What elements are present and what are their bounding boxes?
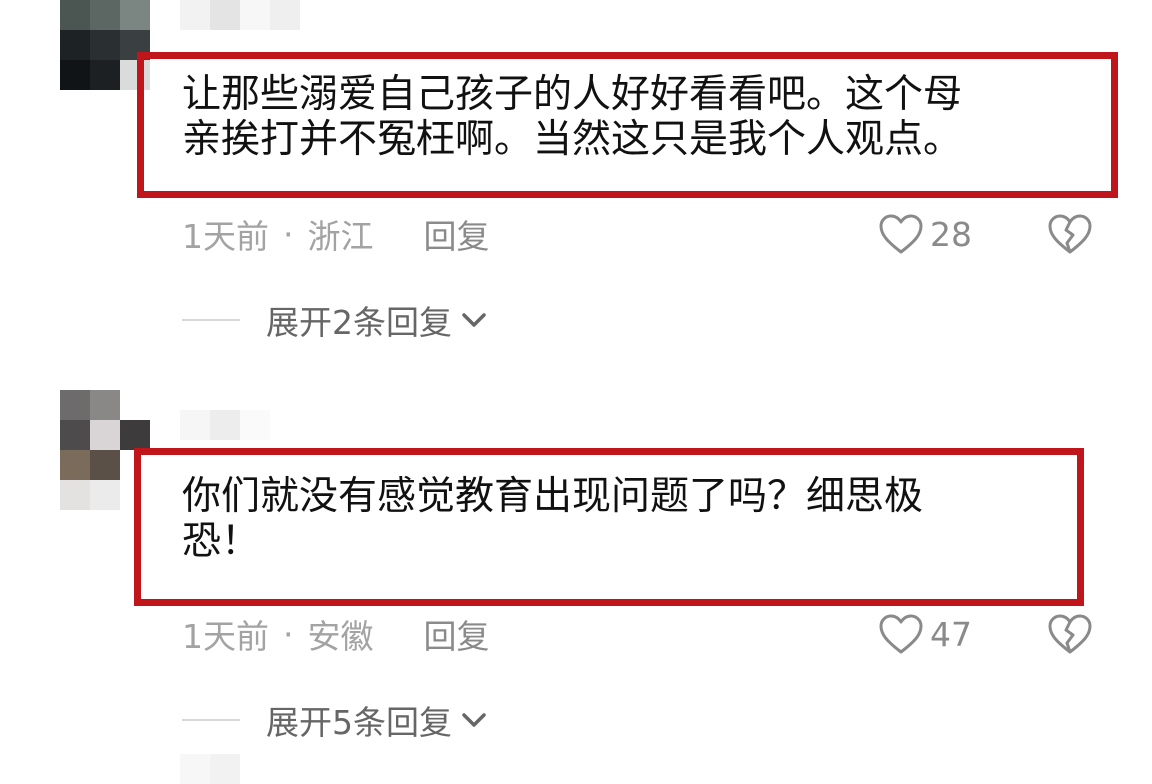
heart-outline-icon <box>879 614 923 654</box>
comment-text: 你们就没有感觉教育出现问题了吗？细思极 恐！ <box>182 474 923 564</box>
expand-replies[interactable]: 展开2条回复 <box>182 298 488 342</box>
divider-line <box>182 319 240 321</box>
comment-location: 安徽 <box>307 617 374 656</box>
next-comment-avatar-blurred <box>180 754 240 784</box>
comment-item: 你们就没有感觉教育出现问题了吗？细思极 恐！ 1天前 · 安徽 回复 47 展开… <box>0 390 1152 784</box>
comment-time: 1天前 <box>182 617 269 656</box>
heart-outline-icon <box>879 214 923 254</box>
chevron-down-icon <box>462 313 486 327</box>
expand-replies-label: 展开2条回复 <box>266 303 452 342</box>
chevron-down-icon <box>462 713 486 727</box>
like-count: 47 <box>930 614 972 654</box>
dislike-button[interactable] <box>1046 612 1094 660</box>
comment-location: 浙江 <box>307 217 374 256</box>
like-button[interactable]: 28 <box>878 212 972 256</box>
comment-text-line: 让那些溺爱自己孩子的人好好看看吧。这个母 <box>182 72 963 117</box>
comment-time: 1天前 <box>182 217 269 256</box>
comment-item: 让那些溺爱自己孩子的人好好看看吧。这个母 亲挨打并不冤枉啊。当然这只是我个人观点… <box>0 0 1152 360</box>
comment-meta: 1天前 · 安徽 回复 <box>182 610 490 658</box>
comment-text: 让那些溺爱自己孩子的人好好看看吧。这个母 亲挨打并不冤枉啊。当然这只是我个人观点… <box>182 72 962 162</box>
divider-line <box>182 719 240 721</box>
like-count: 28 <box>930 214 972 254</box>
comment-meta: 1天前 · 浙江 回复 <box>182 210 490 258</box>
reply-button[interactable]: 回复 <box>424 210 490 258</box>
expand-replies[interactable]: 展开5条回复 <box>182 698 488 742</box>
username-blurred[interactable] <box>180 0 300 30</box>
username-blurred[interactable] <box>180 410 270 440</box>
comment-text-line: 亲挨打并不冤枉啊。当然这只是我个人观点。 <box>182 117 963 162</box>
reply-button[interactable]: 回复 <box>424 610 490 658</box>
meta-separator: · <box>283 614 294 654</box>
comment-text-line: 你们就没有感觉教育出现问题了吗？细思极 <box>182 474 924 519</box>
dislike-button[interactable] <box>1046 212 1094 260</box>
expand-replies-label: 展开5条回复 <box>266 703 452 742</box>
comment-text-line: 恐！ <box>182 519 261 564</box>
like-button[interactable]: 47 <box>878 612 972 656</box>
broken-heart-icon <box>1048 214 1092 254</box>
broken-heart-icon <box>1048 614 1092 654</box>
meta-separator: · <box>283 214 294 254</box>
